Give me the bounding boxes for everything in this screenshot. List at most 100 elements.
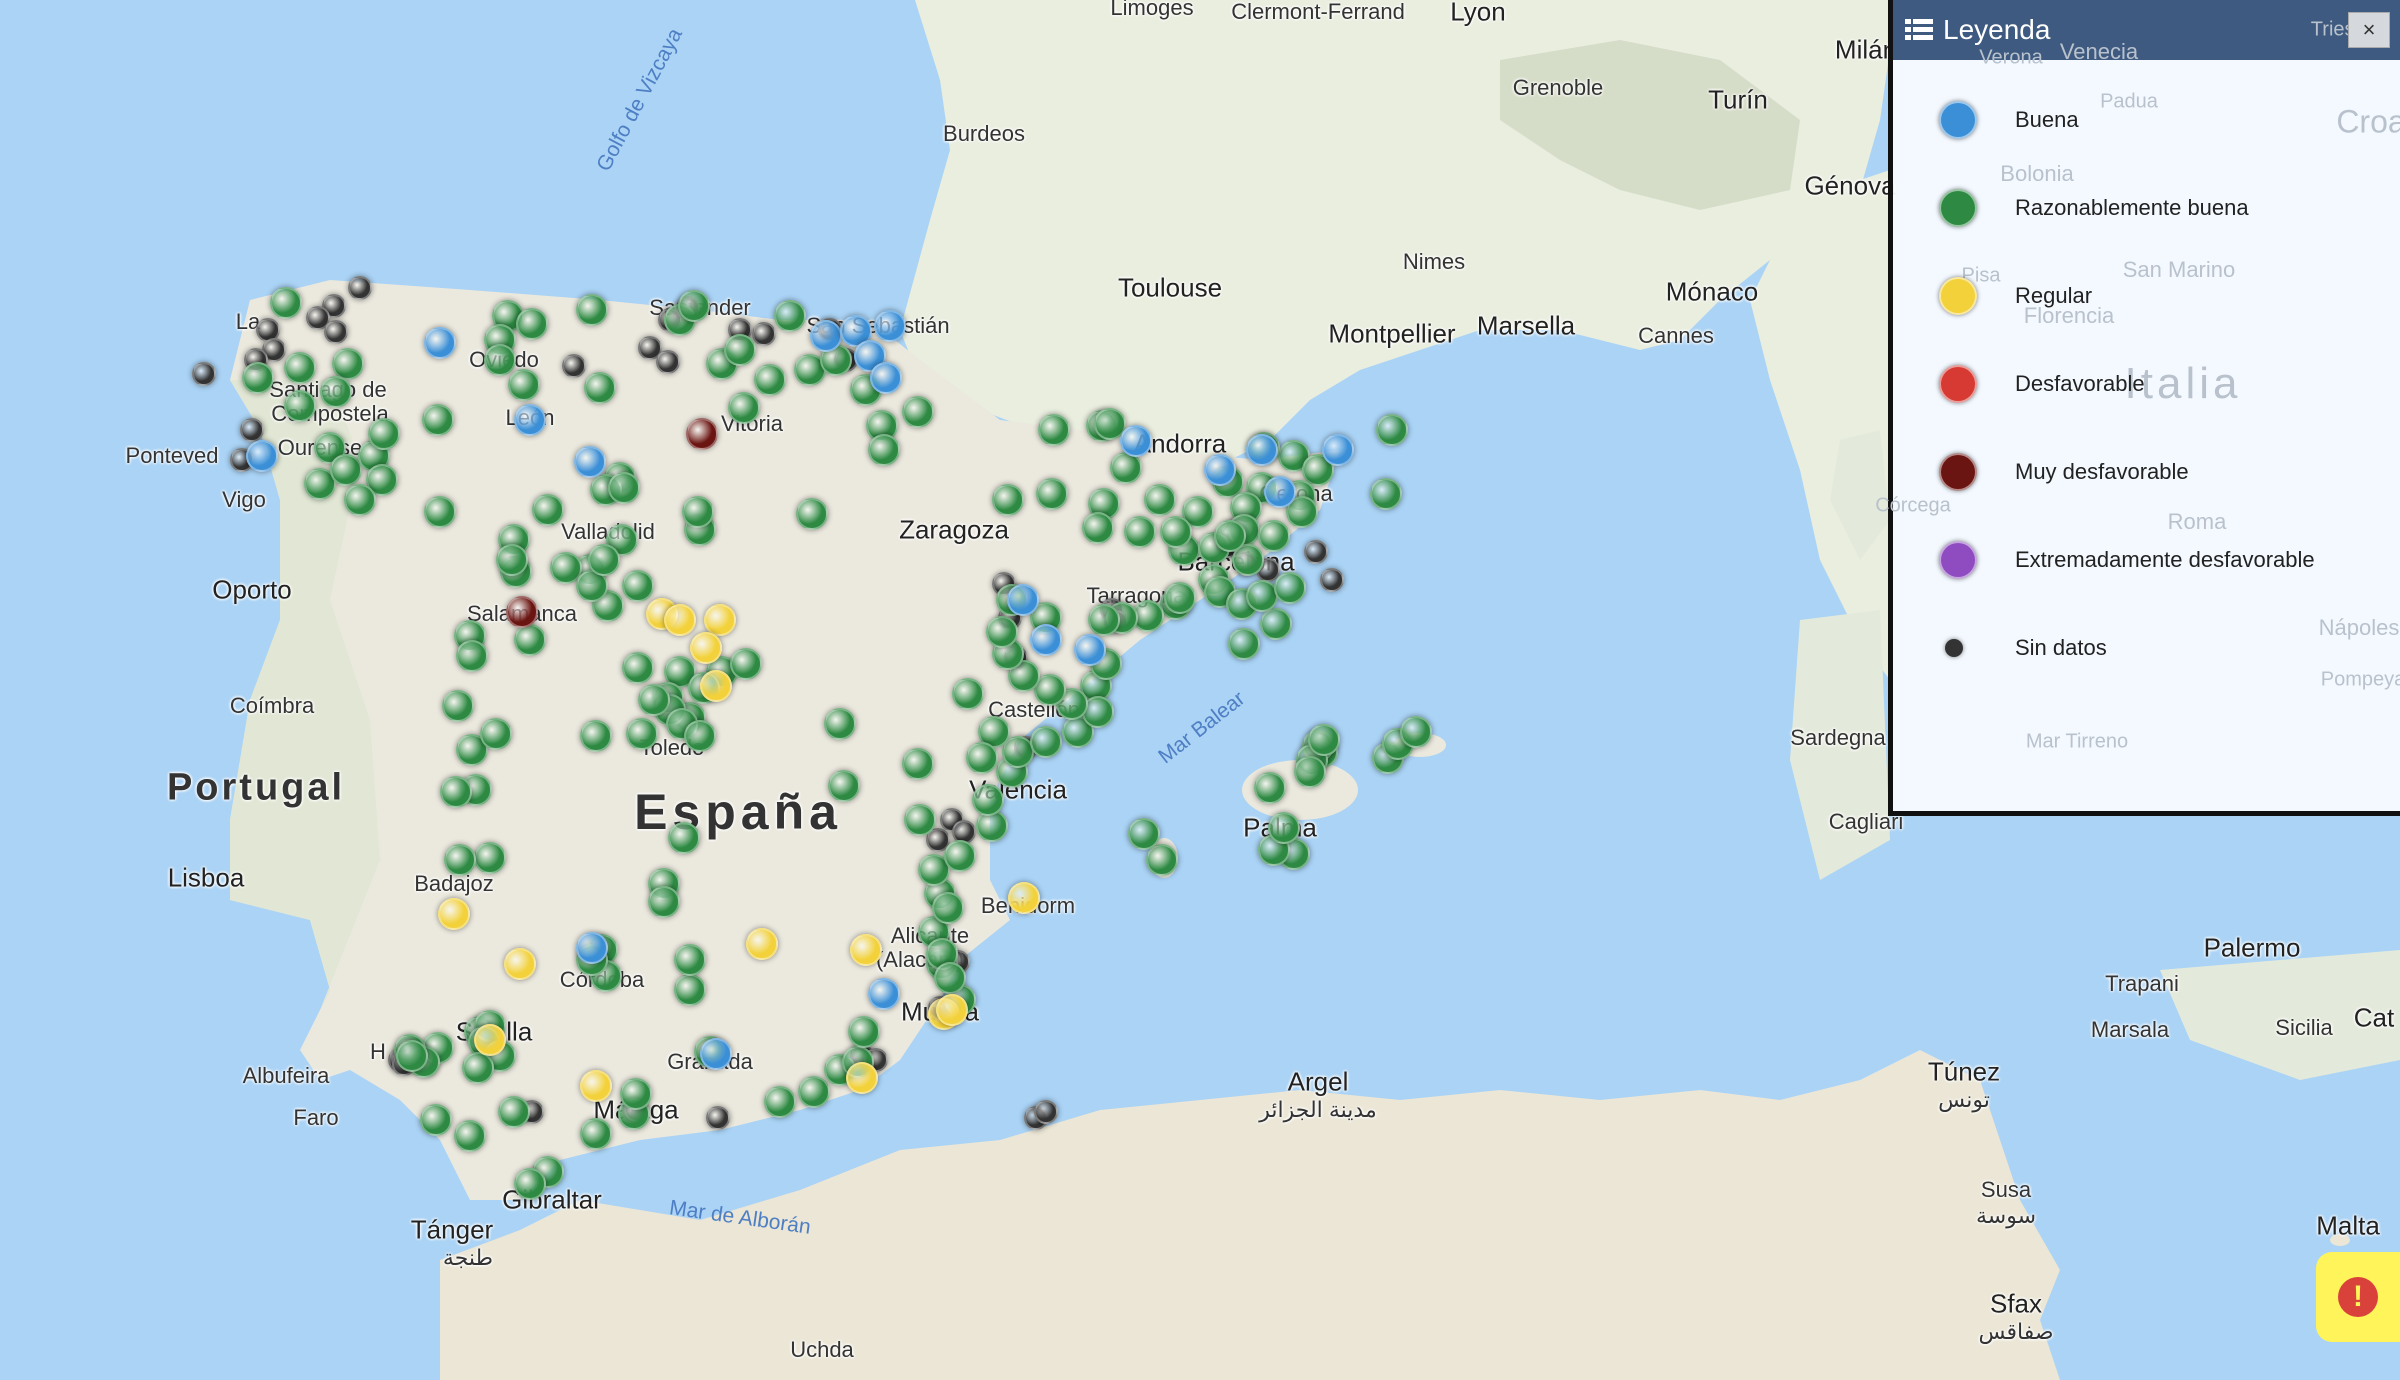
legend-close-button[interactable]: × (2348, 12, 2390, 48)
station-marker-razonable[interactable] (580, 1118, 612, 1150)
station-marker-razonable[interactable] (674, 974, 706, 1006)
station-marker-razonable[interactable] (442, 690, 474, 722)
station-marker-razonable[interactable] (514, 624, 546, 656)
station-marker-razonable[interactable] (454, 1120, 486, 1152)
station-marker-razonable[interactable] (1124, 516, 1156, 548)
station-marker-razonable[interactable] (730, 648, 762, 680)
station-marker-razonable[interactable] (798, 1076, 830, 1108)
station-marker-razonable[interactable] (1030, 726, 1062, 758)
station-marker-regular[interactable] (746, 928, 778, 960)
station-marker-razonable[interactable] (1254, 772, 1286, 804)
station-marker-razonable[interactable] (638, 684, 670, 716)
station-marker-muydesf[interactable] (686, 418, 718, 450)
station-marker-buena[interactable] (1246, 434, 1278, 466)
station-marker-razonable[interactable] (754, 364, 786, 396)
station-marker-razonable[interactable] (902, 748, 934, 780)
station-marker-razonable[interactable] (986, 616, 1018, 648)
station-marker-razonable[interactable] (622, 570, 654, 602)
station-marker-razonable[interactable] (1376, 414, 1408, 446)
alert-button[interactable]: ! (2316, 1252, 2400, 1342)
station-marker-buena[interactable] (1120, 425, 1152, 457)
station-marker-razonable[interactable] (284, 352, 316, 384)
station-marker-razonable[interactable] (774, 300, 806, 332)
station-marker-razonable[interactable] (456, 640, 488, 672)
station-marker-razonable[interactable] (320, 376, 352, 408)
station-marker-buena[interactable] (424, 327, 456, 359)
station-marker-razonable[interactable] (462, 1052, 494, 1084)
station-marker-buena[interactable] (1322, 434, 1354, 466)
station-marker-razonable[interactable] (1258, 520, 1290, 552)
station-marker-razonable[interactable] (444, 844, 476, 876)
station-marker-sin[interactable] (706, 1106, 730, 1130)
station-marker-razonable[interactable] (1370, 478, 1402, 510)
station-marker-razonable[interactable] (396, 1040, 428, 1072)
station-marker-razonable[interactable] (1036, 478, 1068, 510)
station-marker-razonable[interactable] (1038, 414, 1070, 446)
station-marker-razonable[interactable] (1274, 572, 1306, 604)
station-marker-razonable[interactable] (1294, 756, 1326, 788)
station-marker-razonable[interactable] (848, 1016, 880, 1048)
station-marker-razonable[interactable] (368, 418, 400, 450)
station-marker-razonable[interactable] (622, 652, 654, 684)
station-marker-razonable[interactable] (868, 434, 900, 466)
station-marker-buena[interactable] (1030, 624, 1062, 656)
station-marker-buena[interactable] (868, 978, 900, 1010)
station-marker-sin[interactable] (324, 320, 348, 344)
station-marker-razonable[interactable] (682, 496, 714, 528)
station-marker-buena[interactable] (574, 446, 606, 478)
station-marker-razonable[interactable] (498, 1096, 530, 1128)
station-marker-razonable[interactable] (420, 1104, 452, 1136)
station-marker-regular[interactable] (846, 1062, 878, 1094)
station-marker-razonable[interactable] (584, 372, 616, 404)
station-marker-razonable[interactable] (1260, 608, 1292, 640)
station-marker-sin[interactable] (752, 322, 776, 346)
station-marker-razonable[interactable] (1088, 604, 1120, 636)
station-marker-regular[interactable] (850, 934, 882, 966)
station-marker-razonable[interactable] (508, 369, 540, 401)
station-marker-razonable[interactable] (424, 496, 456, 528)
station-marker-sin[interactable] (348, 276, 372, 300)
station-marker-buena[interactable] (870, 362, 902, 394)
station-marker-razonable[interactable] (728, 392, 760, 424)
station-marker-razonable[interactable] (796, 498, 828, 530)
station-marker-razonable[interactable] (330, 454, 362, 486)
station-marker-razonable[interactable] (608, 472, 640, 504)
station-marker-regular[interactable] (704, 604, 736, 636)
station-marker-regular[interactable] (474, 1024, 506, 1056)
station-marker-muydesf[interactable] (506, 596, 538, 628)
station-marker-sin[interactable] (1034, 1100, 1058, 1124)
station-marker-buena[interactable] (1074, 634, 1106, 666)
station-marker-razonable[interactable] (440, 776, 472, 808)
station-marker-razonable[interactable] (516, 308, 548, 340)
station-marker-razonable[interactable] (668, 822, 700, 854)
station-marker-buena[interactable] (874, 310, 906, 342)
station-marker-razonable[interactable] (952, 678, 984, 710)
station-marker-razonable[interactable] (828, 770, 860, 802)
station-marker-buena[interactable] (1204, 454, 1236, 486)
station-marker-razonable[interactable] (588, 544, 620, 576)
station-marker-razonable[interactable] (242, 362, 274, 394)
station-marker-razonable[interactable] (966, 742, 998, 774)
station-marker-buena[interactable] (1264, 476, 1296, 508)
station-marker-razonable[interactable] (678, 290, 710, 322)
station-marker-sin[interactable] (240, 418, 264, 442)
station-marker-razonable[interactable] (532, 494, 564, 526)
station-marker-razonable[interactable] (344, 484, 376, 516)
station-marker-razonable[interactable] (1082, 512, 1114, 544)
station-marker-razonable[interactable] (648, 886, 680, 918)
station-marker-razonable[interactable] (1228, 628, 1260, 660)
station-marker-regular[interactable] (580, 1070, 612, 1102)
station-marker-buena[interactable] (810, 320, 842, 352)
station-marker-regular[interactable] (1008, 882, 1040, 914)
station-marker-razonable[interactable] (1214, 520, 1246, 552)
station-marker-razonable[interactable] (484, 344, 516, 376)
station-marker-razonable[interactable] (284, 390, 316, 422)
station-marker-sin[interactable] (562, 354, 586, 378)
station-marker-sin[interactable] (1304, 540, 1328, 564)
station-marker-razonable[interactable] (1268, 812, 1300, 844)
station-marker-razonable[interactable] (270, 287, 302, 319)
station-marker-buena[interactable] (700, 1038, 732, 1070)
station-marker-razonable[interactable] (1164, 582, 1196, 614)
station-marker-regular[interactable] (700, 670, 732, 702)
station-marker-razonable[interactable] (576, 294, 608, 326)
